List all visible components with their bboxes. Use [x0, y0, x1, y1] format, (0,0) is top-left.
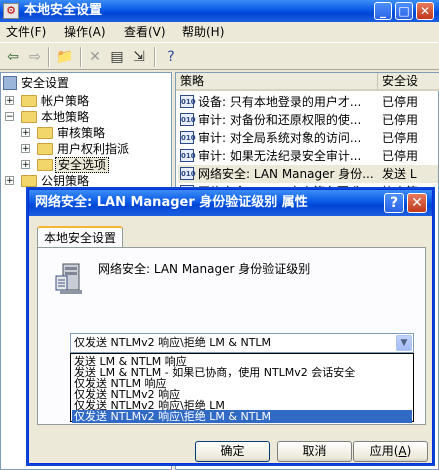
tab-local-security-setting[interactable]: 本地安全设置	[37, 226, 123, 248]
folder-open-icon	[21, 111, 37, 123]
list-row[interactable]: 010 审计: 对全局系统对象的访问... 已停用	[178, 129, 438, 147]
tree-item-label: 安全选项	[55, 157, 110, 173]
policy-setting: 已停用	[382, 95, 419, 109]
expand-icon[interactable]: +	[21, 160, 30, 170]
dropdown-list[interactable]: 发送 LM & NTLM 响应 发送 LM & NTLM - 如果已协商，使用 …	[70, 353, 414, 423]
dialog-title: 网络安全: LAN Manager 身份验证级别 属性	[35, 195, 308, 210]
forward-icon[interactable]: ⇨	[26, 48, 44, 66]
export-list-icon[interactable]: ⇲	[130, 48, 148, 66]
policy-setting: 发送 L	[382, 167, 417, 181]
policy-name: 网络安全: LAN Manager 身份...	[198, 167, 374, 181]
toolbar-separator	[80, 47, 82, 67]
apply-label: 应用	[369, 444, 394, 458]
policy-name-label: 网络安全: LAN Manager 身份验证级别	[98, 262, 311, 276]
policy-icon: 010	[180, 113, 196, 126]
ok-button[interactable]: 确定	[195, 441, 270, 462]
dropdown-option-selected[interactable]: 仅发送 NTLMv2 响应\拒绝 LM & NTLM	[72, 410, 412, 423]
policy-name: 设备: 只有本地登录的用户才...	[198, 95, 362, 109]
menu-bar: 文件(F) 操作(A) 查看(V) 帮助(H)	[0, 22, 439, 42]
policy-name: 审计: 如果无法纪录安全审计...	[198, 149, 362, 163]
app-icon[interactable]: ⚙	[3, 3, 19, 19]
help-icon[interactable]: ?	[162, 48, 180, 66]
policy-setting: 已停用	[382, 113, 419, 127]
close-button[interactable]: ✕	[416, 2, 434, 20]
list-row[interactable]: 010 审计: 对备份和还原权限的使... 已停用	[178, 111, 438, 129]
policy-name: 审计: 对全局系统对象的访问...	[198, 131, 362, 145]
menu-file[interactable]: 文件(F)	[6, 25, 46, 39]
policy-setting: 已停用	[382, 149, 419, 163]
menu-view[interactable]: 查看(V)	[124, 25, 166, 39]
list-row[interactable]: 010 设备: 只有本地登录的用户才... 已停用	[178, 93, 438, 111]
toolbar: ⇦ ⇨ 📁 ✕ ▤ ⇲ ?	[0, 42, 439, 70]
toolbar-separator	[154, 47, 156, 67]
tree-root-label: 安全设置	[21, 76, 70, 90]
tree-item-label: 用户权利指派	[57, 142, 130, 156]
tab-page: 网络安全: LAN Manager 身份验证级别 仅发送 NTLMv2 响应\拒…	[37, 247, 426, 425]
folder-icon	[37, 127, 53, 139]
collapse-icon[interactable]: −	[5, 112, 14, 122]
minimize-button[interactable]: _	[374, 2, 392, 20]
folder-icon	[21, 175, 37, 187]
auth-level-dropdown[interactable]: 仅发送 NTLMv2 响应\拒绝 LM & NTLM ▼	[70, 333, 414, 353]
dialog-close-button[interactable]: ✕	[407, 193, 427, 213]
policy-name: 审计: 对备份和还原权限的使...	[198, 113, 362, 127]
folder-icon	[37, 143, 53, 155]
policy-server-icon	[55, 263, 82, 294]
menu-action[interactable]: 操作(A)	[64, 25, 106, 39]
chevron-down-icon[interactable]: ▼	[396, 335, 412, 351]
toolbar-separator	[48, 47, 50, 67]
policy-icon: 010	[180, 167, 196, 180]
tree-item-label: 审核策略	[57, 126, 106, 140]
folder-icon	[37, 159, 53, 171]
tree-item-label: 帐户策略	[41, 94, 90, 108]
policy-setting: 已停用	[382, 131, 419, 145]
security-settings-icon	[3, 76, 17, 90]
expand-icon[interactable]: +	[5, 176, 14, 186]
properties-icon[interactable]: ▤	[108, 48, 126, 66]
policy-icon: 010	[180, 131, 196, 144]
expand-icon[interactable]: +	[21, 144, 30, 154]
properties-dialog: 网络安全: LAN Manager 身份验证级别 属性 ? ✕ 本地安全设置 网…	[28, 189, 433, 464]
list-row[interactable]: 010 审计: 如果无法纪录安全审计... 已停用	[178, 147, 438, 165]
menu-help[interactable]: 帮助(H)	[182, 25, 224, 39]
expand-icon[interactable]: +	[21, 128, 30, 138]
cancel-button[interactable]: 取消	[277, 441, 352, 462]
back-icon[interactable]: ⇦	[4, 48, 22, 66]
apply-button[interactable]: 应用(A)	[353, 441, 428, 462]
dropdown-value: 仅发送 NTLMv2 响应\拒绝 LM & NTLM	[74, 336, 272, 349]
dialog-title-bar[interactable]: 网络安全: LAN Manager 身份验证级别 属性	[29, 190, 432, 216]
apply-accesskey: A	[398, 444, 407, 458]
main-window-title: 本地安全设置	[24, 3, 103, 18]
maximize-button[interactable]: □	[395, 2, 413, 20]
dialog-help-button[interactable]: ?	[384, 193, 404, 213]
column-header-setting[interactable]: 安全设	[378, 73, 439, 91]
delete-icon[interactable]: ✕	[86, 48, 104, 66]
column-header-policy[interactable]: 策略	[176, 73, 378, 91]
folder-icon	[21, 95, 37, 107]
up-folder-icon[interactable]: 📁	[56, 48, 74, 66]
tree-item-label: 本地策略	[41, 110, 90, 124]
expand-icon[interactable]: +	[5, 96, 14, 106]
list-row-selected[interactable]: 010 网络安全: LAN Manager 身份... 发送 L	[178, 165, 438, 183]
policy-icon: 010	[180, 95, 196, 108]
policy-icon: 010	[180, 149, 196, 162]
tree-item-label: 公钥策略	[41, 174, 90, 188]
